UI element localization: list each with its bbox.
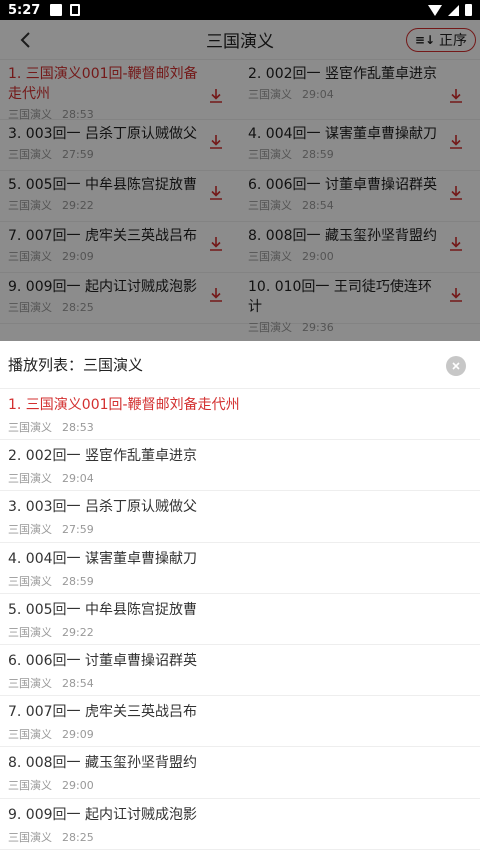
playlist-item-duration: 28:54 [62, 676, 94, 690]
playlist-title: 播放列表：三国演义 [8, 356, 144, 374]
close-icon [452, 362, 460, 370]
playlist-item-duration: 28:53 [62, 421, 94, 434]
status-time: 5:27 [8, 2, 41, 18]
battery-icon [465, 4, 472, 16]
playlist-item-album: 三国演义 [8, 676, 52, 690]
playlist-item[interactable]: 4. 004回一 谋害董卓曹操献刀 三国演义 28:59 [0, 543, 480, 594]
playlist-item-title: 7. 007回一 虎牢关三英战吕布 [8, 704, 197, 721]
playlist-item-album: 三国演义 [8, 421, 52, 434]
playlist-item-album: 三国演义 [8, 830, 52, 844]
playlist-item[interactable]: 9. 009回一 起内讧讨贼成泡影 三国演义 28:25 [0, 799, 480, 850]
photo-notification-icon [50, 4, 63, 16]
download-notification-icon [70, 4, 81, 16]
status-bar: 5:27 [0, 0, 480, 20]
playlist-item[interactable]: 7. 007回一 虎牢关三英战吕布 三国演义 29:09 [0, 696, 480, 748]
playlist-item[interactable]: 1. 三国演义001回-鞭督邮刘备走代州 三国演义 28:53 [0, 389, 480, 441]
playlist-header: 播放列表：三国演义 [0, 341, 480, 389]
playlist-item[interactable]: 2. 002回一 竖宦作乱董卓进京 三国演义 29:04 [0, 440, 480, 492]
signal-icon [448, 4, 459, 16]
playlist-item-title: 4. 004回一 谋害董卓曹操献刀 [8, 550, 197, 567]
wifi-icon [428, 4, 442, 16]
modal-overlay[interactable] [0, 20, 480, 341]
playlist-item-title: 1. 三国演义001回-鞭督邮刘备走代州 [8, 397, 240, 413]
playlist-item-title: 2. 002回一 竖宦作乱董卓进京 [8, 448, 197, 465]
playlist-item-album: 三国演义 [8, 779, 52, 793]
playlist-item-album: 三国演义 [8, 523, 52, 537]
playlist-item-title: 8. 008回一 藏玉玺孙坚背盟约 [8, 755, 197, 772]
playlist-item[interactable]: 6. 006回一 讨董卓曹操诏群英 三国演义 28:54 [0, 645, 480, 697]
playlist-item-album: 三国演义 [8, 574, 52, 588]
playlist-item-title: 6. 006回一 讨董卓曹操诏群英 [8, 652, 197, 669]
playlist-sheet: 播放列表：三国演义 1. 三国演义001回-鞭督邮刘备走代州 三国演义 28:53… [0, 341, 480, 853]
playlist-item-album: 三国演义 [8, 728, 52, 742]
playlist-item-duration: 28:59 [62, 574, 94, 588]
playlist-item-duration: 28:25 [62, 830, 94, 844]
playlist-item-duration: 29:09 [62, 728, 94, 742]
playlist-item-title: 9. 009回一 起内讧讨贼成泡影 [8, 806, 197, 823]
playlist-item-album: 三国演义 [8, 472, 52, 486]
playlist-item-duration: 29:04 [62, 472, 94, 486]
playlist-item-title: 3. 003回一 吕杀丁原认贼做父 [8, 499, 197, 516]
playlist-item-duration: 29:00 [62, 779, 94, 793]
playlist-item[interactable]: 3. 003回一 吕杀丁原认贼做父 三国演义 27:59 [0, 491, 480, 543]
playlist-item-album: 三国演义 [8, 625, 52, 639]
playlist-item-duration: 27:59 [62, 523, 94, 537]
playlist-item[interactable]: 5. 005回一 中牟县陈宫捉放曹 三国演义 29:22 [0, 594, 480, 645]
playlist-item-title: 5. 005回一 中牟县陈宫捉放曹 [8, 601, 197, 618]
playlist-item[interactable]: 8. 008回一 藏玉玺孙坚背盟约 三国演义 29:00 [0, 747, 480, 799]
playlist-item-duration: 29:22 [62, 625, 94, 639]
close-button[interactable] [446, 356, 466, 376]
